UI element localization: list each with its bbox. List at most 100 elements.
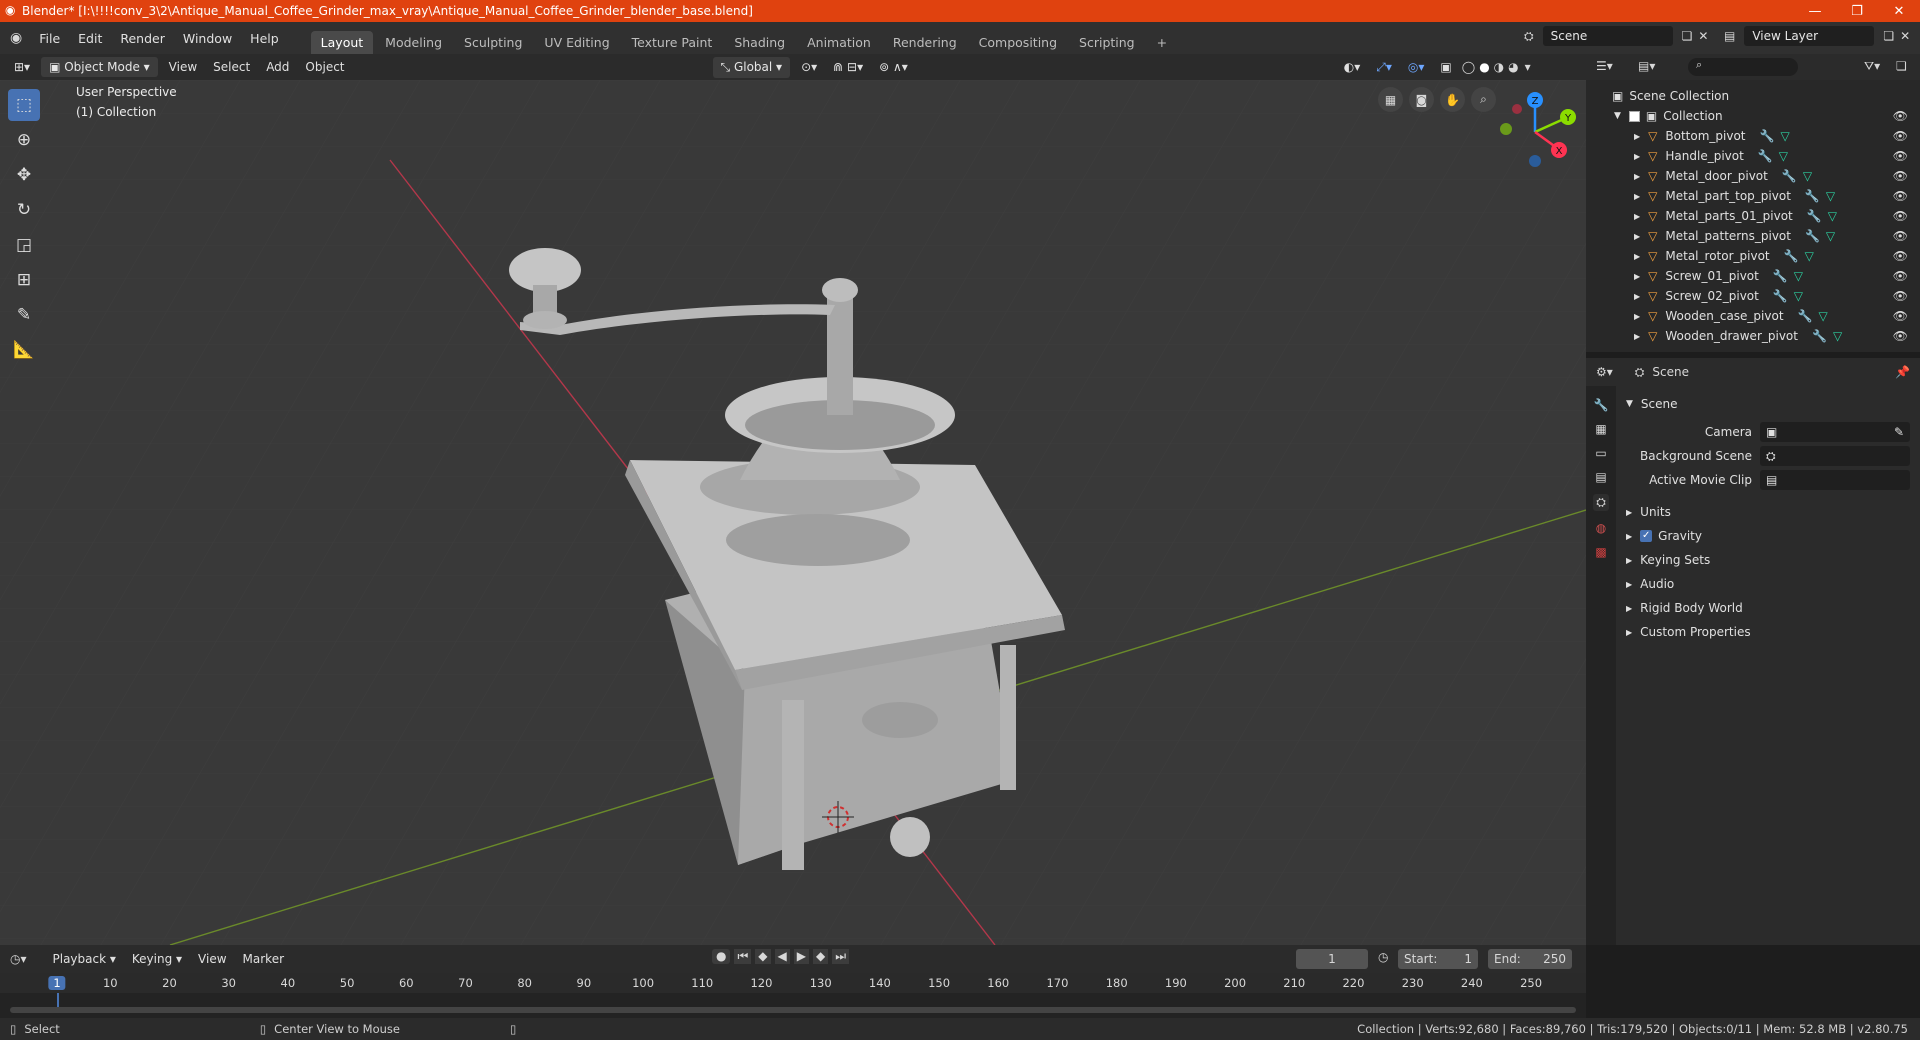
move-tool-icon[interactable]: ✥: [8, 159, 40, 191]
select-box-tool-icon[interactable]: ⬚: [8, 89, 40, 121]
shading-options-icon[interactable]: ▾: [1525, 60, 1531, 74]
timeline-area[interactable]: 1 10 20 30 40 50 60 70 80 90 100 110 120 130 140 150 160…: [0, 973, 1586, 1018]
viewport-menu-view[interactable]: View: [161, 58, 205, 76]
shading-wireframe-icon[interactable]: ◯: [1462, 60, 1475, 74]
menu-edit[interactable]: Edit: [69, 31, 111, 46]
gravity-checkbox[interactable]: ✓: [1640, 530, 1653, 542]
proportional-edit-icon[interactable]: ⊚ ∧▾: [871, 58, 916, 76]
modifier-wrench-icon[interactable]: 🔧: [1798, 309, 1813, 323]
tab-shading[interactable]: Shading: [724, 31, 795, 54]
scene-selector[interactable]: Scene: [1542, 26, 1673, 46]
remove-scene-icon[interactable]: ✕: [1698, 29, 1708, 43]
mesh-data-icon[interactable]: ▽: [1833, 329, 1842, 343]
xray-toggle-icon[interactable]: ▣: [1432, 58, 1459, 76]
outliner-object-row[interactable]: ▶ ▽ Handle_pivot 🔧 ▽ 👁: [1586, 146, 1920, 166]
outliner-object-row[interactable]: ▶ ▽ Metal_patterns_pivot 🔧 ▽ 👁: [1586, 226, 1920, 246]
modifier-wrench-icon[interactable]: 🔧: [1805, 229, 1820, 243]
transform-orientation-dropdown[interactable]: ⤡ Global ▾: [712, 56, 791, 78]
outliner-object-row[interactable]: ▶ ▽ Screw_02_pivot 🔧 ▽ 👁: [1586, 286, 1920, 306]
timeline-scrollbar[interactable]: [10, 1007, 1576, 1013]
outliner-collection[interactable]: ▼ ▣ Collection 👁: [1586, 106, 1920, 126]
outliner-object-row[interactable]: ▶ ▽ Wooden_case_pivot 🔧 ▽ 👁: [1586, 306, 1920, 326]
transform-tool-icon[interactable]: ⊞: [8, 264, 40, 296]
scene-properties-icon[interactable]: ⛭: [1593, 494, 1609, 511]
mesh-data-icon[interactable]: ▽: [1826, 229, 1835, 243]
view-layer-icon[interactable]: ▤: [1724, 29, 1735, 43]
modifier-wrench-icon[interactable]: 🔧: [1807, 209, 1822, 223]
collection-expand-icon[interactable]: ▼: [1614, 111, 1621, 121]
timeline-menu-view[interactable]: View: [190, 950, 234, 968]
expand-arrow-icon[interactable]: ▶: [1634, 272, 1640, 281]
expand-arrow-icon[interactable]: ▶: [1634, 212, 1640, 221]
mesh-data-icon[interactable]: ▽: [1794, 269, 1803, 283]
next-keyframe-icon[interactable]: ◆: [813, 949, 829, 964]
expand-arrow-icon[interactable]: ▶: [1634, 232, 1640, 241]
toggle-camera-view-icon[interactable]: ▦: [1378, 87, 1403, 112]
properties-section-header[interactable]: ▶ Rigid Body World: [1616, 596, 1920, 620]
pan-hand-icon[interactable]: ✋: [1440, 87, 1465, 112]
tab-compositing[interactable]: Compositing: [969, 31, 1067, 54]
jump-end-icon[interactable]: ⏭: [832, 949, 850, 964]
mesh-data-icon[interactable]: ▽: [1818, 309, 1827, 323]
tab-layout[interactable]: Layout: [310, 31, 374, 54]
scale-tool-icon[interactable]: ◲: [8, 229, 40, 261]
new-view-layer-icon[interactable]: ❏: [1883, 29, 1894, 43]
outliner-object-row[interactable]: ▶ ▽ Metal_part_top_pivot 🔧 ▽ 👁: [1586, 186, 1920, 206]
visibility-icon[interactable]: ◐▾: [1336, 58, 1369, 76]
measure-tool-icon[interactable]: 📐: [8, 334, 40, 366]
blender-menu-icon[interactable]: ◉: [0, 30, 30, 46]
3d-viewport[interactable]: User Perspective (1) Collection ▦ ◙ ✋ ⌕ …: [0, 80, 1586, 945]
tab-sculpting[interactable]: Sculpting: [454, 31, 532, 54]
tab-modeling[interactable]: Modeling: [375, 31, 452, 54]
expand-arrow-icon[interactable]: ▶: [1634, 252, 1640, 261]
start-frame-field[interactable]: Start: 1: [1398, 949, 1478, 969]
modifier-wrench-icon[interactable]: 🔧: [1773, 269, 1788, 283]
object-visibility-icon[interactable]: 👁: [1893, 169, 1908, 183]
view-layer-selector[interactable]: View Layer: [1744, 26, 1875, 46]
remove-view-layer-icon[interactable]: ✕: [1900, 29, 1910, 43]
outliner-display-mode-icon[interactable]: ▤▾: [1638, 59, 1655, 73]
mesh-data-icon[interactable]: ▽: [1826, 189, 1835, 203]
object-visibility-icon[interactable]: 👁: [1893, 289, 1908, 303]
end-frame-field[interactable]: End: 250: [1488, 949, 1572, 969]
jump-start-icon[interactable]: ⏮: [734, 949, 752, 964]
outliner-object-row[interactable]: ▶ ▽ Screw_01_pivot 🔧 ▽ 👁: [1586, 266, 1920, 286]
expand-arrow-icon[interactable]: ▶: [1634, 132, 1640, 141]
outliner-object-row[interactable]: ▶ ▽ Metal_parts_01_pivot 🔧 ▽ 👁: [1586, 206, 1920, 226]
modifier-wrench-icon[interactable]: 🔧: [1784, 249, 1799, 263]
viewport-menu-add[interactable]: Add: [258, 58, 297, 76]
collection-visibility-icon[interactable]: 👁: [1893, 109, 1908, 123]
scene-icon[interactable]: ⛭: [1524, 29, 1534, 44]
timeline-menu-playback[interactable]: Playback ▾: [45, 950, 124, 968]
modifier-wrench-icon[interactable]: 🔧: [1758, 149, 1773, 163]
mesh-data-icon[interactable]: ▽: [1779, 149, 1788, 163]
annotate-tool-icon[interactable]: ✎: [8, 299, 40, 331]
shading-rendered-icon[interactable]: ◕: [1508, 60, 1518, 74]
maximize-icon[interactable]: ❐: [1836, 4, 1878, 19]
texture-properties-icon[interactable]: ▩: [1595, 545, 1606, 559]
eyedropper-icon[interactable]: ✎: [1894, 422, 1910, 442]
object-mode-dropdown[interactable]: ▣ Object Mode ▾: [41, 57, 158, 77]
viewport-menu-object[interactable]: Object: [297, 58, 352, 76]
menu-help[interactable]: Help: [241, 31, 288, 46]
camera-icon[interactable]: ◙: [1409, 87, 1434, 112]
properties-editor-type-icon[interactable]: ⚙▾: [1596, 365, 1613, 379]
outliner-object-row[interactable]: ▶ ▽ Bottom_pivot 🔧 ▽ 👁: [1586, 126, 1920, 146]
cursor-tool-icon[interactable]: ⊕: [8, 124, 40, 156]
mesh-data-icon[interactable]: ▽: [1828, 209, 1837, 223]
output-properties-icon[interactable]: ▭: [1595, 446, 1606, 460]
timeline-menu-marker[interactable]: Marker: [235, 950, 292, 968]
outliner-object-row[interactable]: ▶ ▽ Metal_rotor_pivot 🔧 ▽ 👁: [1586, 246, 1920, 266]
object-visibility-icon[interactable]: 👁: [1893, 269, 1908, 283]
outliner-editor-type-icon[interactable]: ☰▾: [1596, 59, 1613, 73]
viewport-menu-select[interactable]: Select: [205, 58, 258, 76]
properties-section-header[interactable]: ▶ Audio: [1616, 572, 1920, 596]
gizmo-toggle-icon[interactable]: ⤢▾: [1368, 58, 1400, 77]
modifier-wrench-icon[interactable]: 🔧: [1812, 329, 1827, 343]
add-workspace-icon[interactable]: +: [1147, 31, 1177, 54]
mesh-data-icon[interactable]: ▽: [1803, 169, 1812, 183]
outliner-object-row[interactable]: ▶ ▽ Wooden_drawer_pivot 🔧 ▽ 👁: [1586, 326, 1920, 346]
tab-rendering[interactable]: Rendering: [883, 31, 967, 54]
play-icon[interactable]: ▶: [793, 949, 809, 964]
mesh-data-icon[interactable]: ▽: [1794, 289, 1803, 303]
